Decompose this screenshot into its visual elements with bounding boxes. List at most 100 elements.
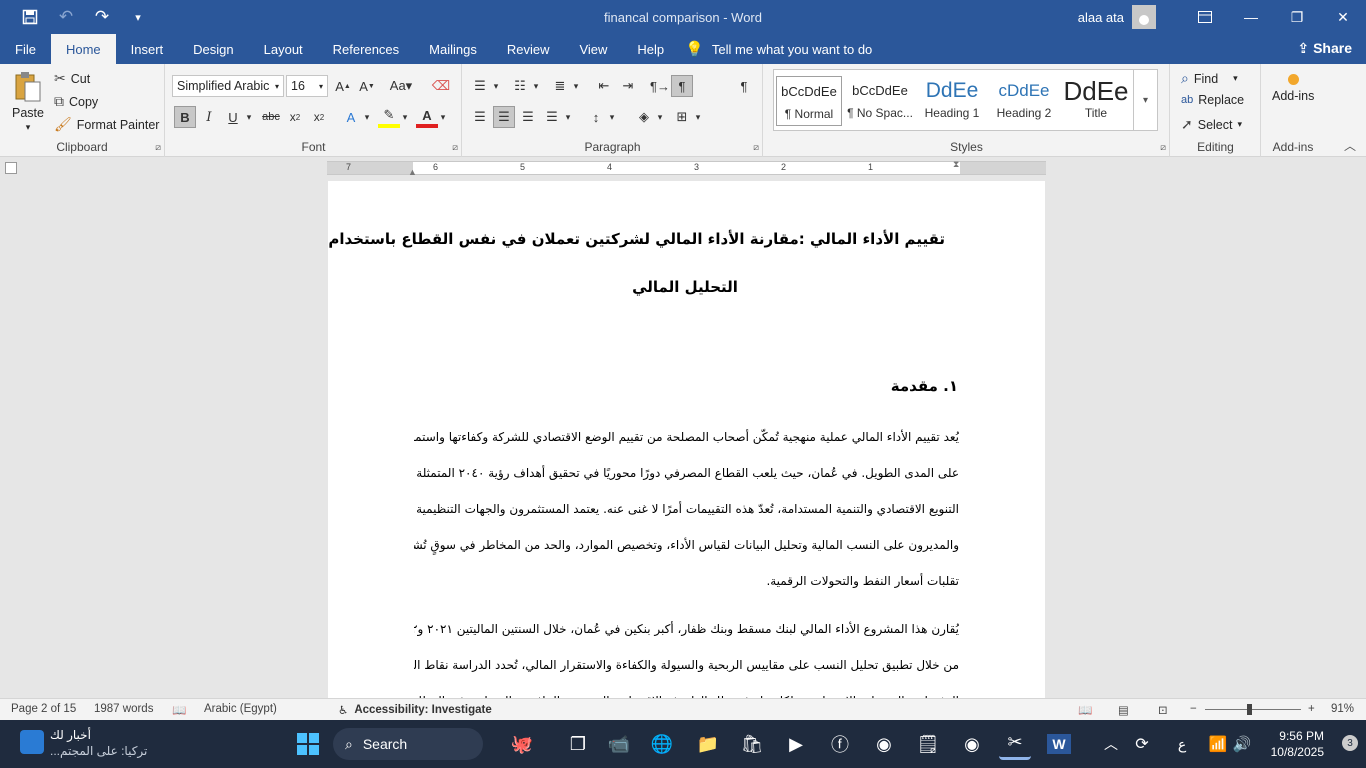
sticky-notes-icon[interactable]: 🗒 [912,728,944,760]
clipboard-launcher-icon[interactable]: ⧄ [155,142,161,153]
snipping-tool-icon[interactable]: ✂ [999,728,1031,760]
close-icon[interactable]: ✕ [1320,0,1366,34]
line-spacing-chevron-icon[interactable]: ▾ [601,106,623,128]
replace-button[interactable]: ab Replace [1181,93,1244,107]
notification-badge[interactable]: 3 [1342,735,1358,751]
tab-insert[interactable]: Insert [116,34,179,64]
grow-font-icon[interactable]: A ▲ [332,75,354,97]
increase-indent-icon[interactable]: ⇥ [617,75,639,97]
chrome-icon[interactable]: ◉ [868,728,900,760]
tab-home[interactable]: Home [50,34,116,64]
zoom-in-icon[interactable]: + [1308,703,1315,715]
sync-icon[interactable]: ⟳ [1126,728,1158,760]
tab-layout[interactable]: Layout [249,34,318,64]
style-title[interactable]: DdEe Title [1063,76,1129,126]
share-button[interactable]: ⇪ Share [1297,40,1352,57]
print-layout-icon[interactable]: ▤ [1118,703,1129,717]
taskbar-search[interactable]: ⌕ Search [333,728,483,760]
web-layout-icon[interactable]: ⊡ [1158,703,1168,717]
find-button[interactable]: ⌕ Find ▾ [1181,70,1238,87]
youtube-icon[interactable]: ▶ [780,728,812,760]
paragraph-launcher-icon[interactable]: ⧄ [753,142,759,153]
save-icon[interactable] [14,3,46,31]
accessibility-status[interactable]: ♿ Accessibility: Investigate [338,703,492,717]
style-normal[interactable]: bCcDdEe ¶ Normal [776,76,842,126]
zoom-slider[interactable] [1205,709,1301,710]
chrome-profile-icon[interactable]: ◉ [956,728,988,760]
undo-icon[interactable]: ↶ [50,3,82,31]
clear-formatting-icon[interactable]: ⌫ [430,75,452,97]
italic-button[interactable]: I [198,106,220,128]
teams-icon[interactable]: 📹 [603,728,635,760]
numbering-chevron-icon[interactable]: ▾ [525,75,547,97]
edge-icon[interactable]: 🌐 [646,728,678,760]
rtl-direction-icon[interactable]: ¶ [671,75,693,97]
font-name-combo[interactable]: Simplified Arabic ▾ [172,75,284,97]
shading-chevron-icon[interactable]: ▾ [649,106,671,128]
input-language[interactable]: ع [1166,728,1198,760]
format-painter-button[interactable]: 🖌 Format Painter [54,116,159,133]
align-center-icon[interactable]: ☰ [493,106,515,128]
redo-icon[interactable]: ↷ [86,3,118,31]
volume-icon[interactable]: 🔊 [1226,728,1258,760]
borders-chevron-icon[interactable]: ▾ [687,106,709,128]
tab-selector[interactable] [5,162,17,174]
paste-button[interactable]: Paste ▾ [12,70,44,133]
font-size-combo[interactable]: 16 ▾ [286,75,328,97]
superscript-button[interactable]: x2 [308,106,330,128]
collapse-ribbon-icon[interactable]: ︿ [1344,137,1356,154]
right-indent-marker[interactable]: ⧗ [953,159,959,170]
tab-review[interactable]: Review [492,34,565,64]
document-page[interactable]: تقييم الأداء المالي :مقارنة الأداء المال… [328,181,1045,698]
strikethrough-button[interactable]: abc [260,106,282,128]
align-left-icon[interactable]: ☰ [469,106,491,128]
decrease-indent-icon[interactable]: ⇤ [593,75,615,97]
minimize-icon[interactable]: — [1228,0,1274,34]
word-taskbar-icon[interactable]: W [1043,728,1075,760]
zoom-out-icon[interactable]: − [1190,703,1197,715]
restore-icon[interactable]: ❐ [1274,0,1320,34]
tab-references[interactable]: References [318,34,414,64]
page-count[interactable]: Page 2 of 15 [11,703,76,715]
tray-overflow-icon[interactable]: ︿ [1095,728,1127,760]
news-icon[interactable] [20,730,44,754]
text-effects-chevron-icon[interactable]: ▾ [356,106,378,128]
highlight-chevron-icon[interactable]: ▾ [394,106,416,128]
language-indicator[interactable]: Arabic (Egypt) [204,703,277,715]
change-case-icon[interactable]: Aa▾ [386,75,416,97]
copy-button[interactable]: ⧉ Copy [54,93,98,110]
account[interactable]: alaa ata [1078,5,1156,29]
bullets-chevron-icon[interactable]: ▾ [485,75,507,97]
facebook-icon[interactable]: ⓕ [824,728,856,760]
zoom-level[interactable]: 91% [1331,703,1354,715]
addins-button[interactable]: Add-ins [1272,74,1314,103]
style-heading-2[interactable]: cDdEe Heading 2 [991,76,1057,126]
font-color-chevron-icon[interactable]: ▾ [432,106,454,128]
underline-chevron-icon[interactable]: ▾ [238,106,260,128]
tab-design[interactable]: Design [178,34,248,64]
styles-more-icon[interactable]: ▾ [1133,70,1157,130]
tab-mailings[interactable]: Mailings [414,34,492,64]
read-mode-icon[interactable]: 📖 [1078,703,1092,717]
news-widget[interactable]: أخبار لك تركيا: على المجتم... [50,727,147,759]
clock[interactable]: 9:56 PM 10/8/2025 [1271,728,1324,760]
file-explorer-icon[interactable]: 📁 [692,728,724,760]
show-marks-icon[interactable]: ¶ [733,75,755,97]
word-count[interactable]: 1987 words [94,703,153,715]
bold-button[interactable]: B [174,106,196,128]
left-indent-marker[interactable]: ▲ [408,167,417,177]
tab-view[interactable]: View [564,34,622,64]
customize-qat-icon[interactable]: ▾ [122,3,154,31]
justify-chevron-icon[interactable]: ▾ [557,106,579,128]
task-view-icon[interactable]: ❐ [562,728,594,760]
style-heading-1[interactable]: DdEe Heading 1 [919,76,985,126]
ribbon-display-options-icon[interactable] [1182,0,1228,34]
tab-help[interactable]: Help [622,34,679,64]
subscript-button[interactable]: x2 [284,106,306,128]
ltr-direction-icon[interactable]: ¶→ [649,75,671,97]
windows-start-icon[interactable] [292,728,324,760]
zoom-slider-thumb[interactable] [1247,704,1252,715]
style-no-spacing[interactable]: bCcDdEe ¶ No Spac... [847,76,913,126]
align-right-icon[interactable]: ☰ [517,106,539,128]
select-button[interactable]: ➚ Select ▾ [1181,116,1242,133]
